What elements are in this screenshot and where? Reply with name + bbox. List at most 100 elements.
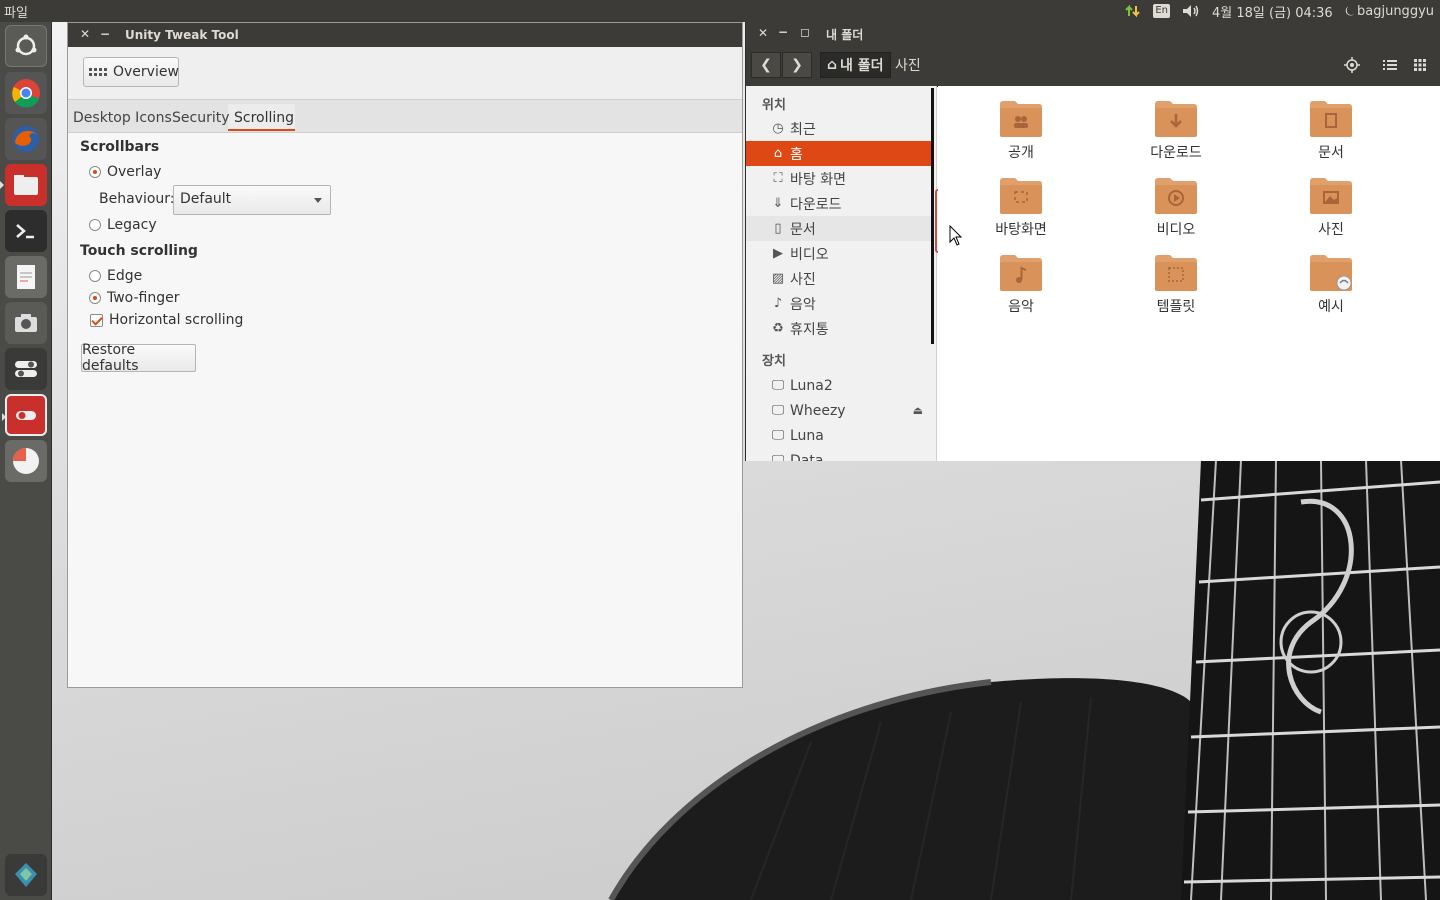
sidebar-item-music[interactable]: ♪ 음악 [746,291,931,316]
tab-desktop-icons[interactable]: Desktop Icons [73,110,172,126]
document-icon: ▯ [774,221,782,236]
chrome-icon[interactable] [5,72,47,114]
sidebar-item-label: Wheezy [790,402,846,419]
active-tab-indicator [228,129,295,131]
horizontal-scrolling-checkbox[interactable] [90,313,103,327]
folder-pictures[interactable]: 사진 [1271,175,1391,239]
sidebar-scrollbar[interactable] [931,88,934,344]
edge-option[interactable]: Edge [89,268,142,284]
trash-icon: ♻ [772,321,784,336]
minimize-icon[interactable]: − [778,25,788,39]
text-editor-icon[interactable] [5,256,47,298]
tab-security[interactable]: Security [172,110,230,126]
sidebar-item-label: 사진 [790,271,816,288]
music-icon: ♪ [773,296,783,311]
sidebar-item-pictures[interactable]: ▨ 사진 [746,266,931,291]
sidebar-item-desktop[interactable]: ⛶ 바탕 화면 [746,166,931,191]
breadcrumb-pictures[interactable]: 사진 [889,52,927,78]
edge-label: Edge [107,268,143,284]
sidebar-item-label: 휴지통 [790,321,829,338]
clock-indicator[interactable]: 4월 18일 (금) 04:36 [1212,2,1333,21]
chevron-left-icon: ❮ [760,57,772,73]
sidebar-item-home[interactable]: ⌂ 홈 [746,141,931,166]
drive-icon: 🖵 [771,453,785,461]
desktop-icon [1000,178,1042,214]
sidebar-item-luna2[interactable]: 🖵 Luna2 [746,373,931,398]
back-button[interactable]: ❮ [751,52,781,78]
two-finger-label: Two-finger [107,290,180,306]
close-icon[interactable]: ✕ [80,27,90,41]
dash-icon[interactable] [5,25,47,67]
horizontal-scrolling-option[interactable]: Horizontal scrolling [90,312,243,328]
video-icon: ▶ [773,246,783,261]
template-icon [1155,255,1197,291]
document-icon [1310,101,1352,137]
minimize-icon[interactable]: − [100,27,110,41]
folder-examples[interactable]: 예시 [1271,252,1391,316]
sidebar-item-recent[interactable]: ◷ 최근 [746,116,931,141]
behaviour-dropdown[interactable]: Default [173,185,331,215]
folder-templates[interactable]: 템플릿 [1116,252,1236,316]
sidebar-item-label: Luna2 [790,377,833,394]
location-button[interactable] [1338,52,1366,78]
window-title: Unity Tweak Tool [125,28,239,42]
files-titlebar: ✕ − ◻ 내 폴더 [746,22,1440,44]
tweak-tool-icon[interactable] [2,394,47,436]
sidebar-item-documents[interactable]: ▯ 문서 [746,216,931,241]
sidebar-item-label: Data [790,452,824,462]
overview-button[interactable]: Overview [83,57,179,87]
folder-downloads[interactable]: 다운로드 [1116,98,1236,162]
trash-icon[interactable] [5,854,47,896]
download-icon: ⇓ [772,196,784,211]
network-icon[interactable] [1125,3,1141,19]
folder-documents[interactable]: 문서 [1271,98,1391,162]
forward-button[interactable]: ❯ [782,52,812,78]
sidebar-item-downloads[interactable]: ⇓ 다운로드 [746,191,931,216]
session-icon: ⏾ [1344,3,1355,19]
sidebar-item-trash[interactable]: ♻ 휴지통 [746,316,931,341]
eject-icon[interactable]: ⏏ [913,404,923,417]
files-icon[interactable] [0,164,47,206]
grid-icon [89,68,107,76]
folder-label: 문서 [1318,145,1344,161]
camera-icon[interactable] [5,302,47,344]
keyboard-layout-indicator[interactable]: En [1153,4,1170,18]
sidebar-item-label: 문서 [790,221,816,238]
folder-music[interactable]: 음악 [961,252,1081,316]
folder-public[interactable]: 공개 [961,98,1081,162]
maximize-icon[interactable]: ◻ [800,25,810,39]
overlay-option[interactable]: Overlay [89,164,161,180]
touch-scrolling-heading: Touch scrolling [80,243,198,259]
folder-videos[interactable]: 비디오 [1116,175,1236,239]
settings-toggle-icon[interactable] [5,348,47,390]
restore-defaults-button[interactable]: Restore defaults [81,342,196,374]
list-view-button[interactable] [1376,52,1404,78]
two-finger-option[interactable]: Two-finger [89,290,180,306]
folder-desktop[interactable]: 바탕화면 [961,175,1081,239]
breadcrumb-home-label: 내 폴더 [840,58,884,74]
folder-label: 템플릿 [1156,299,1196,315]
legacy-radio[interactable] [89,219,101,231]
overview-label: Overview [113,64,179,80]
user-indicator[interactable]: ⏾ bagjunggyu [1345,4,1434,19]
pie-app-icon[interactable] [5,440,47,482]
terminal-icon[interactable] [5,210,47,252]
app-menu-file[interactable]: 파일 [4,2,28,21]
tab-scrolling[interactable]: Scrolling [234,110,294,126]
overlay-radio[interactable] [89,166,101,178]
legacy-option[interactable]: Legacy [89,217,157,233]
sidebar-item-label: 홈 [790,146,803,163]
places-sidebar: 위치 ◷ 최근 ⌂ 홈 ⛶ 바탕 화면 ⇓ 다운로드 ▯ 문서 ▶ 비디오 ▨ … [746,86,937,461]
breadcrumb-home[interactable]: ⌂ 내 폴더 [820,52,891,78]
volume-icon[interactable] [1182,4,1200,18]
sidebar-item-videos[interactable]: ▶ 비디오 [746,241,931,266]
two-finger-radio[interactable] [89,292,101,304]
sidebar-item-data[interactable]: 🖵 Data [746,448,931,462]
firefox-icon[interactable] [5,118,47,160]
grid-view-button[interactable] [1406,52,1434,78]
window-title: 내 폴더 [826,28,864,42]
sidebar-item-wheezy[interactable]: 🖵 Wheezy ⏏ [746,398,931,423]
edge-radio[interactable] [89,270,101,282]
sidebar-item-luna[interactable]: 🖵 Luna [746,423,931,448]
close-icon[interactable]: ✕ [758,26,768,40]
